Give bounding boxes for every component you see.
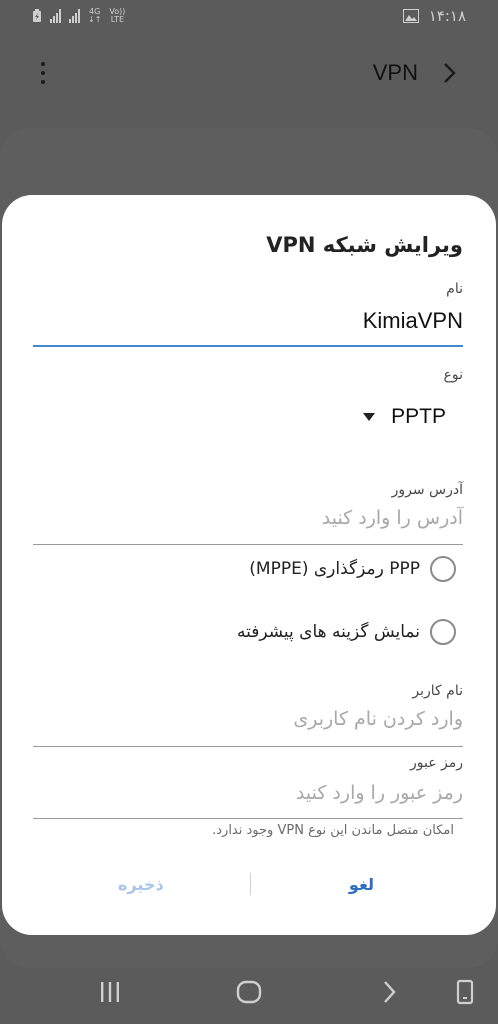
password-label: رمز عبور [409, 755, 463, 771]
button-divider [250, 873, 251, 895]
edit-vpn-dialog: ویرایش شبکه VPN نام KimiaVPN نوع PPTP آد… [2, 195, 496, 935]
server-field-underline [33, 544, 463, 545]
home-icon [236, 980, 262, 1004]
server-label: آدرس سرور [391, 482, 463, 498]
server-address-input[interactable]: آدرس را وارد کنید [322, 507, 463, 529]
advanced-options-label: نمایش گزینه های پیشرفته [236, 622, 420, 642]
home-button[interactable] [234, 978, 264, 1006]
dialog-title: ویرایش شبکه VPN [266, 233, 463, 257]
always-on-note: امکان متصل ماندن این نوع VPN وجود ندارد. [212, 823, 454, 838]
mppe-option[interactable]: PPP رمزگذاری (MPPE) [249, 556, 456, 582]
username-label: نام کاربر [412, 683, 463, 699]
more-options-icon[interactable] [40, 62, 46, 86]
signal-icon [50, 9, 61, 23]
advanced-options-checkbox[interactable] [430, 619, 456, 645]
advanced-options[interactable]: نمایش گزینه های پیشرفته [237, 619, 456, 645]
battery-saver-icon [33, 9, 41, 22]
username-input[interactable]: وارد کردن نام کاربری [293, 708, 463, 730]
dropdown-arrow-icon [363, 413, 376, 421]
volte-indicator: Vo)) LTE [109, 7, 126, 24]
name-label: نام [446, 281, 463, 297]
status-bar: 4G ↓↑ Vo)) LTE ۱۴:۱۸ [0, 0, 498, 34]
mppe-checkbox[interactable] [430, 556, 456, 582]
password-input[interactable]: رمز عبور را وارد کنید [296, 782, 463, 804]
phone-icon [456, 979, 474, 1005]
navigation-bar [0, 960, 498, 1024]
page-title: VPN [372, 60, 418, 85]
recent-apps-icon [101, 982, 119, 1002]
name-field[interactable]: KimiaVPN [363, 308, 463, 334]
mppe-label: PPP رمزگذاری (MPPE) [249, 559, 420, 579]
status-left: 4G ↓↑ Vo)) LTE [32, 8, 125, 24]
type-dropdown[interactable]: PPTP [363, 405, 446, 429]
signal-2-icon [69, 9, 80, 23]
status-right: ۱۴:۱۸ [402, 7, 466, 25]
image-notification-icon [402, 9, 419, 23]
keyboard-toggle-button[interactable] [452, 978, 478, 1006]
recent-apps-button[interactable] [96, 978, 124, 1006]
network-type: 4G ↓↑ [88, 7, 102, 24]
type-label: نوع [443, 367, 463, 383]
username-field-underline [33, 746, 463, 747]
type-value: PPTP [391, 405, 446, 428]
dialog-buttons: لغو ذخیره [2, 867, 496, 909]
cancel-button[interactable]: لغو [349, 875, 374, 894]
save-button[interactable]: ذخیره [118, 875, 164, 894]
clock: ۱۴:۱۸ [428, 7, 466, 25]
app-bar: VPN [0, 40, 498, 110]
password-field-underline [33, 818, 463, 819]
name-field-underline [33, 345, 463, 347]
chevron-right-icon[interactable] [440, 58, 460, 88]
back-arrow-icon [384, 981, 396, 1003]
back-button[interactable] [376, 978, 402, 1006]
